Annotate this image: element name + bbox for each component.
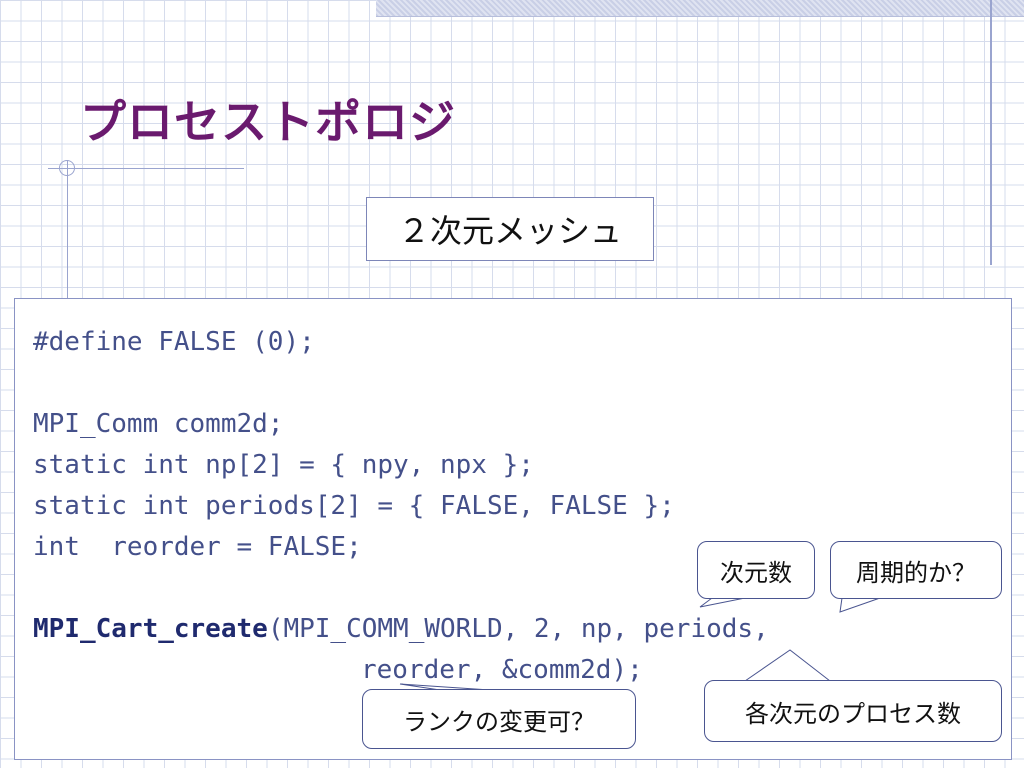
callout-procs-per-dim: 各次元のプロセス数 (704, 680, 1002, 742)
code-line-np: static int np[2] = { npy, npx }; (33, 450, 534, 480)
callout-reorder-text: ランクの変更可？ (403, 707, 595, 736)
callout-procs-text: 各次元のプロセス数 (745, 699, 961, 728)
slide-title: プロセストポロジ (80, 95, 456, 149)
decorative-vertical-stub (67, 160, 68, 300)
code-line-cart-create-cont: reorder, &comm2d); (361, 655, 643, 685)
code-line-periods: static int periods[2] = { FALSE, FALSE }… (33, 491, 675, 521)
callout-reorder: ランクの変更可？ (362, 689, 636, 749)
callout-periodic: 周期的か？ (830, 541, 1002, 599)
callout-dims-text: 次元数 (720, 558, 792, 587)
code-line-reorder: int reorder = FALSE; (33, 532, 362, 562)
subtitle-text: ２次元メッシュ (397, 212, 622, 250)
callout-dims: 次元数 (697, 541, 815, 599)
decorative-circle-icon (59, 160, 75, 176)
code-line-define: #define FALSE (0); (33, 327, 315, 357)
code-line-comm: MPI_Comm comm2d; (33, 409, 284, 439)
callout-periodic-text: 周期的か？ (856, 558, 976, 587)
decorative-horizontal-line (48, 168, 244, 169)
function-args: (MPI_COMM_WORLD, 2, np, periods, (267, 614, 769, 644)
function-name: MPI_Cart_create (33, 614, 268, 644)
decorative-vertical-line (990, 0, 992, 265)
subtitle-box: ２次元メッシュ (366, 197, 654, 261)
top-decorative-band (376, 0, 1024, 17)
code-line-cart-create: MPI_Cart_create(MPI_COMM_WORLD, 2, np, p… (33, 616, 769, 642)
